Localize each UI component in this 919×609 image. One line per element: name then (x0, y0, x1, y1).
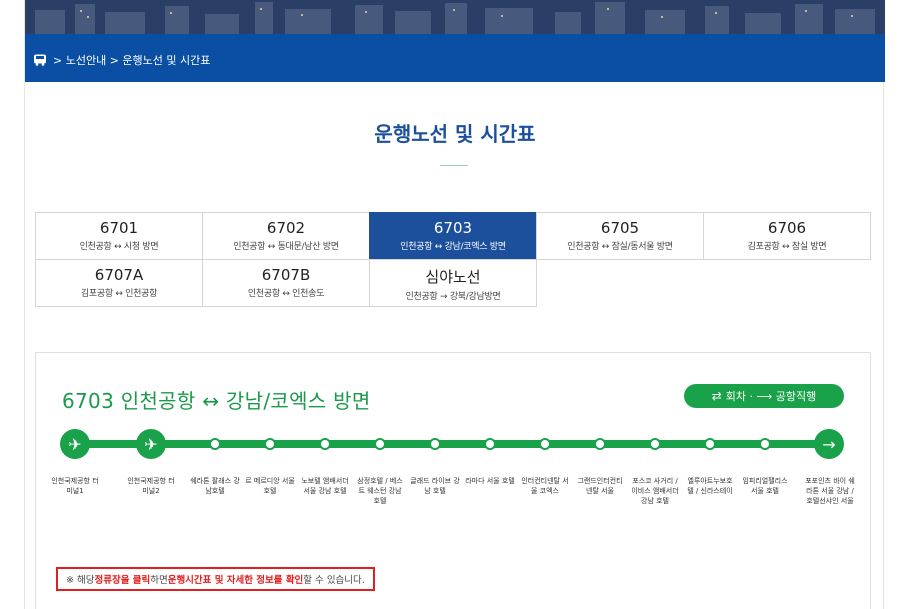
route-tab-6703[interactable]: 6703 인천공항 ↔ 강남/코엑스 방면 (369, 212, 537, 260)
stop-label[interactable]: 노보텔 앰배서더 서울 강남 호텔 (300, 476, 350, 496)
click-notice: ※ 해당 정류장을 클릭 하면 운행시간표 및 자세한 정보를 확인 할 수 있… (56, 567, 375, 591)
stop-node[interactable] (429, 438, 441, 450)
breadcrumb-text: > 노선안내 > 운행노선 및 시간표 (53, 54, 211, 67)
route-tab-6707a[interactable]: 6707A 김포공항 ↔ 인천공항 (35, 259, 203, 307)
route-description: 인천공항 → 강북/강남방면 (405, 292, 501, 302)
stop-label[interactable]: 인터컨티넨탈 서울 코엑스 (520, 476, 570, 496)
route-tab-6701[interactable]: 6701 인천공항 ↔ 시청 방면 (35, 212, 203, 260)
page-frame: > 노선안내 > 운행노선 및 시간표 운행노선 및 시간표 6701 인천공항… (24, 0, 885, 609)
stop-node[interactable] (264, 438, 276, 450)
notice-highlight: 운행시간표 및 자세한 정보를 확인 (167, 575, 304, 586)
route-tab-6706[interactable]: 6706 김포공항 ↔ 잠실 방면 (703, 212, 871, 260)
stop-label[interactable]: 글래드 라이브 강남 호텔 (410, 476, 460, 496)
stop-label[interactable]: 라마다 서울 호텔 (465, 476, 515, 486)
stop-label[interactable]: 그랜드인터컨티넨탈 서울 (575, 476, 625, 496)
stop-node[interactable] (209, 438, 221, 450)
route-number: 심야노선 (425, 268, 481, 286)
route-description: 김포공항 ↔ 인천공항 (80, 289, 158, 299)
stop-node[interactable] (594, 438, 606, 450)
title-divider (440, 165, 468, 166)
route-number: 6701 (99, 219, 139, 237)
stop-node[interactable] (539, 438, 551, 450)
notice-highlight: 정류장을 클릭 (94, 575, 151, 586)
stop-label[interactable]: 임피리얼팰리스 서울 호텔 (740, 476, 790, 496)
stop-label[interactable]: 인천국제공항 터미널1 (50, 476, 100, 496)
route-description: 인천공항 ↔ 강남/코엑스 방면 (400, 242, 506, 252)
breadcrumb: > 노선안내 > 운행노선 및 시간표 (33, 52, 210, 68)
stop-label[interactable]: 포포인츠 바이 쉐라톤 서울 강남 / 호텔선샤인 서울 (805, 476, 855, 506)
bus-icon[interactable] (33, 54, 47, 66)
route-description: 김포공항 ↔ 잠실 방면 (747, 242, 827, 252)
city-skyline-image (25, 0, 885, 34)
notice-text: 하면 (150, 575, 168, 586)
route-description: 인천공항 ↔ 인천송도 (247, 289, 325, 299)
route-number: 6707A (94, 266, 144, 284)
stop-label[interactable]: 쉐라톤 팔래스 강남호텔 (190, 476, 240, 496)
route-tab-6702[interactable]: 6702 인천공항 ↔ 동대문/남산 방면 (202, 212, 370, 260)
stop-node[interactable] (484, 438, 496, 450)
route-number: 6702 (266, 219, 306, 237)
airport-direct-button[interactable]: ⇄ 회차 · ⟶ 공항직행 (684, 384, 844, 408)
route-tab-6707b[interactable]: 6707B 인천공항 ↔ 인천송도 (202, 259, 370, 307)
route-description: 인천공항 ↔ 잠실/동서울 방면 (567, 242, 673, 252)
airport-direct-label: 회차 · ⟶ 공항직행 (725, 390, 817, 403)
stop-node[interactable] (704, 438, 716, 450)
route-description: 인천공항 ↔ 동대문/남산 방면 (233, 242, 339, 252)
arrow-right-icon[interactable]: → (814, 429, 844, 459)
stop-label[interactable]: 인천국제공항 터미널2 (126, 476, 176, 496)
stop-label[interactable]: 르 메르디앙 서울 호텔 (245, 476, 295, 496)
page-title: 운행노선 및 시간표 (374, 122, 536, 146)
route-tab-night[interactable]: 심야노선 인천공항 → 강북/강남방면 (369, 259, 537, 307)
notice-text: ※ 해당 (66, 575, 95, 586)
route-description: 인천공항 ↔ 시청 방면 (79, 242, 159, 252)
stop-label[interactable]: 삼정호텔 / 베스트 웨스턴 강남 호텔 (355, 476, 405, 506)
route-number: 6706 (767, 219, 807, 237)
stop-node[interactable] (374, 438, 386, 450)
route-line (62, 440, 834, 448)
route-tab-6705[interactable]: 6705 인천공항 ↔ 잠실/동서울 방면 (536, 212, 704, 260)
route-number: 6703 (433, 219, 473, 237)
stop-node[interactable] (319, 438, 331, 450)
airplane-icon[interactable]: ✈ (60, 429, 90, 459)
stop-label[interactable]: 엘루아트누보호텔 / 신라스테이 (685, 476, 735, 496)
stop-node[interactable] (759, 438, 771, 450)
airplane-icon[interactable]: ✈ (136, 429, 166, 459)
route-panel: 6703 인천공항 ↔ 강남/코엑스 방면 ⇄ 회차 · ⟶ 공항직행 ✈ ✈ … (35, 352, 871, 609)
stop-label[interactable]: 포스코 사거리 / 이비스 앰배서더 강남 호텔 (630, 476, 680, 506)
route-title: 6703 인천공항 ↔ 강남/코엑스 방면 (62, 389, 371, 413)
route-number: 6705 (600, 219, 640, 237)
hero-banner: > 노선안내 > 운행노선 및 시간표 (25, 0, 885, 82)
loop-arrows-icon: ⇄ (711, 389, 722, 403)
stop-node[interactable] (649, 438, 661, 450)
notice-text: 할 수 있습니다. (303, 575, 365, 586)
route-number: 6707B (261, 266, 311, 284)
